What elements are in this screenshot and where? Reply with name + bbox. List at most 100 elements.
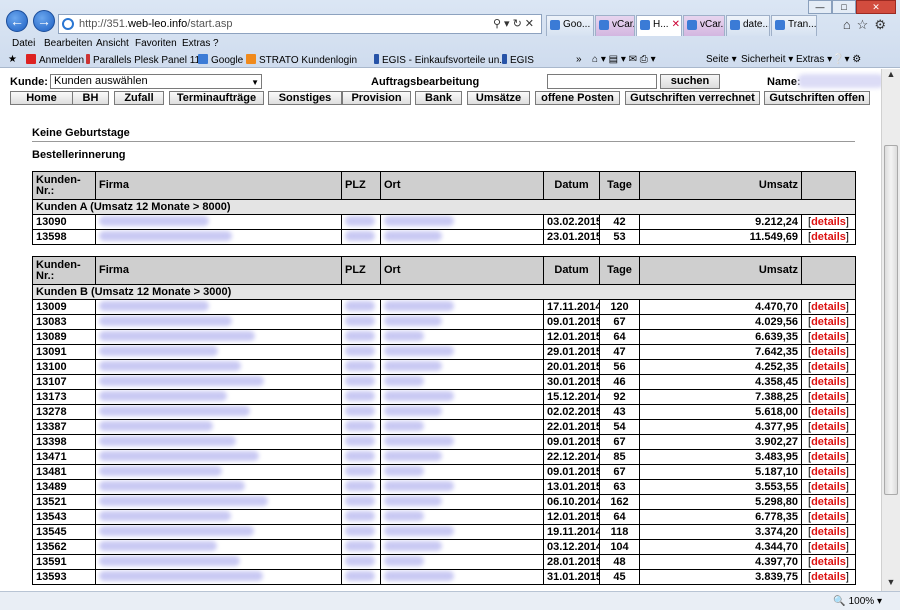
- details-link[interactable]: details: [811, 406, 846, 418]
- minimize-icon[interactable]: —: [808, 0, 832, 14]
- details-link[interactable]: details: [811, 556, 846, 568]
- nav-home[interactable]: Home: [10, 91, 73, 105]
- cell-kunden-nr: 13489: [32, 479, 96, 495]
- zoom-control[interactable]: 🔍 100% ▾: [833, 596, 882, 607]
- cell-firma-redacted: [95, 509, 342, 525]
- menu-datei[interactable]: Datei: [12, 38, 35, 49]
- details-link[interactable]: details: [811, 391, 846, 403]
- details-link[interactable]: details: [811, 421, 846, 433]
- cell-umsatz: 5.618,00: [639, 404, 802, 420]
- details-link[interactable]: details: [811, 216, 846, 228]
- fav-plesk[interactable]: Parallels Plesk Panel 11.0: [86, 54, 208, 66]
- details-link[interactable]: details: [811, 361, 846, 373]
- menu-bearbeiten[interactable]: Bearbeiten: [44, 38, 92, 49]
- table-row: 13083 09.01.2015 67 4.029,56 [details]: [32, 314, 856, 330]
- menu-extras-tools[interactable]: Extras ▾: [796, 54, 832, 65]
- details-link[interactable]: details: [811, 346, 846, 358]
- menu-extras[interactable]: Extras: [182, 38, 210, 49]
- cell-plz-redacted: [341, 554, 381, 570]
- cell-ort-redacted: [380, 419, 544, 435]
- nav-umsaetze[interactable]: Umsätze: [467, 91, 530, 105]
- address-url: http://351.web-leo.info/start.asp: [79, 18, 233, 30]
- tab-date[interactable]: date...: [726, 15, 770, 36]
- scroll-thumb[interactable]: [884, 145, 898, 495]
- nav-zufall[interactable]: Zufall: [114, 91, 164, 105]
- cell-datum: 13.01.2015: [543, 479, 600, 495]
- col-umsatz: Umsatz: [639, 256, 802, 285]
- redacted-text: [345, 421, 375, 431]
- cell-plz-redacted: [341, 434, 381, 450]
- nav-terminauftraege[interactable]: Terminaufträge: [169, 91, 264, 105]
- tab-google[interactable]: Goo...: [546, 15, 594, 36]
- tab-tran[interactable]: Tran...: [771, 15, 817, 36]
- redacted-text: [345, 541, 375, 551]
- details-link[interactable]: details: [811, 451, 846, 463]
- help-icons[interactable]: ❔▾ ⚙: [832, 54, 861, 65]
- fav-strato[interactable]: STRATO Kundenlogin: [246, 54, 357, 66]
- details-link[interactable]: details: [811, 571, 846, 583]
- details-link[interactable]: details: [811, 526, 846, 538]
- redacted-text: [384, 571, 454, 581]
- fav-anmelden[interactable]: Anmelden: [26, 54, 84, 66]
- scroll-down-icon[interactable]: ▼: [882, 577, 900, 591]
- cell-kunden-nr: 13562: [32, 539, 96, 555]
- menu-seite[interactable]: Seite ▾: [706, 54, 737, 65]
- menu-favoriten[interactable]: Favoriten: [135, 38, 177, 49]
- cell-details: [details]: [801, 539, 856, 555]
- address-bar[interactable]: http://351.web-leo.info/start.asp ⚲▾↻✕: [58, 14, 542, 34]
- nav-sonstiges[interactable]: Sonstiges: [268, 91, 342, 105]
- close-window-icon[interactable]: ✕: [856, 0, 896, 14]
- nav-gutschriften-offen[interactable]: Gutschriften offen: [764, 91, 870, 105]
- details-link[interactable]: details: [811, 511, 846, 523]
- cell-tage: 46: [599, 374, 640, 390]
- details-link[interactable]: details: [811, 541, 846, 553]
- fav-google[interactable]: Google: [198, 54, 243, 66]
- menu-help[interactable]: ?: [213, 38, 219, 49]
- redacted-text: [384, 316, 442, 326]
- fav-egis-2[interactable]: EGIS: [502, 54, 534, 66]
- toolbar-chevron-icon[interactable]: »: [576, 54, 582, 65]
- cell-firma-redacted: [95, 404, 342, 420]
- details-link[interactable]: details: [811, 301, 846, 313]
- details-link[interactable]: details: [811, 481, 846, 493]
- maximize-icon[interactable]: □: [832, 0, 856, 14]
- search-input[interactable]: [547, 74, 657, 89]
- back-button[interactable]: ←: [6, 10, 28, 32]
- menu-ansicht[interactable]: Ansicht: [96, 38, 129, 49]
- close-tab-icon[interactable]: ✕: [672, 19, 680, 30]
- menu-sicherheit[interactable]: Sicherheit ▾: [741, 54, 793, 65]
- cell-ort-redacted: [380, 329, 544, 345]
- kunde-select[interactable]: Kunden auswählen ▼: [50, 74, 262, 89]
- tab-active[interactable]: H... ✕: [636, 15, 682, 36]
- details-link[interactable]: details: [811, 376, 846, 388]
- nav-bh[interactable]: BH: [72, 91, 109, 105]
- details-link[interactable]: details: [811, 331, 846, 343]
- vertical-scrollbar[interactable]: ▲ ▼: [881, 69, 900, 591]
- redacted-text: [384, 406, 442, 416]
- scroll-up-icon[interactable]: ▲: [882, 69, 900, 83]
- forward-button[interactable]: →: [33, 10, 55, 32]
- kunde-label: Kunde:: [10, 76, 48, 88]
- details-link[interactable]: details: [811, 316, 846, 328]
- fav-egis-1[interactable]: EGIS - Einkaufsvorteile un...: [374, 54, 508, 66]
- nav-offene-posten[interactable]: offene Posten: [535, 91, 620, 105]
- search-button[interactable]: suchen: [660, 74, 720, 89]
- toolbar-icons-home-feeds-mail-print[interactable]: ⌂ ▾ ▤ ▾ ✉ ⎙ ▾: [592, 54, 656, 65]
- tab-vcard-2[interactable]: vCar...: [683, 15, 725, 36]
- nav-gutschriften-verrechnet[interactable]: Gutschriften verrechnet: [625, 91, 760, 105]
- details-link[interactable]: details: [811, 466, 846, 478]
- col-datum: Datum: [543, 256, 600, 285]
- details-link[interactable]: details: [811, 496, 846, 508]
- cell-firma-redacted: [95, 214, 342, 230]
- favorites-star-icon[interactable]: ★: [8, 54, 17, 65]
- details-link[interactable]: details: [811, 436, 846, 448]
- nav-provision[interactable]: Provision: [342, 91, 411, 105]
- browser-right-icons[interactable]: ⌂☆⚙: [843, 17, 892, 33]
- table-row: 13107 30.01.2015 46 4.358,45 [details]: [32, 374, 856, 390]
- redacted-text: [384, 216, 454, 226]
- cell-ort-redacted: [380, 494, 544, 510]
- details-link[interactable]: details: [811, 231, 846, 243]
- tab-vcard-1[interactable]: vCar...: [595, 15, 635, 36]
- nav-bank[interactable]: Bank: [415, 91, 462, 105]
- address-tools-icons[interactable]: ⚲▾↻✕: [493, 17, 537, 30]
